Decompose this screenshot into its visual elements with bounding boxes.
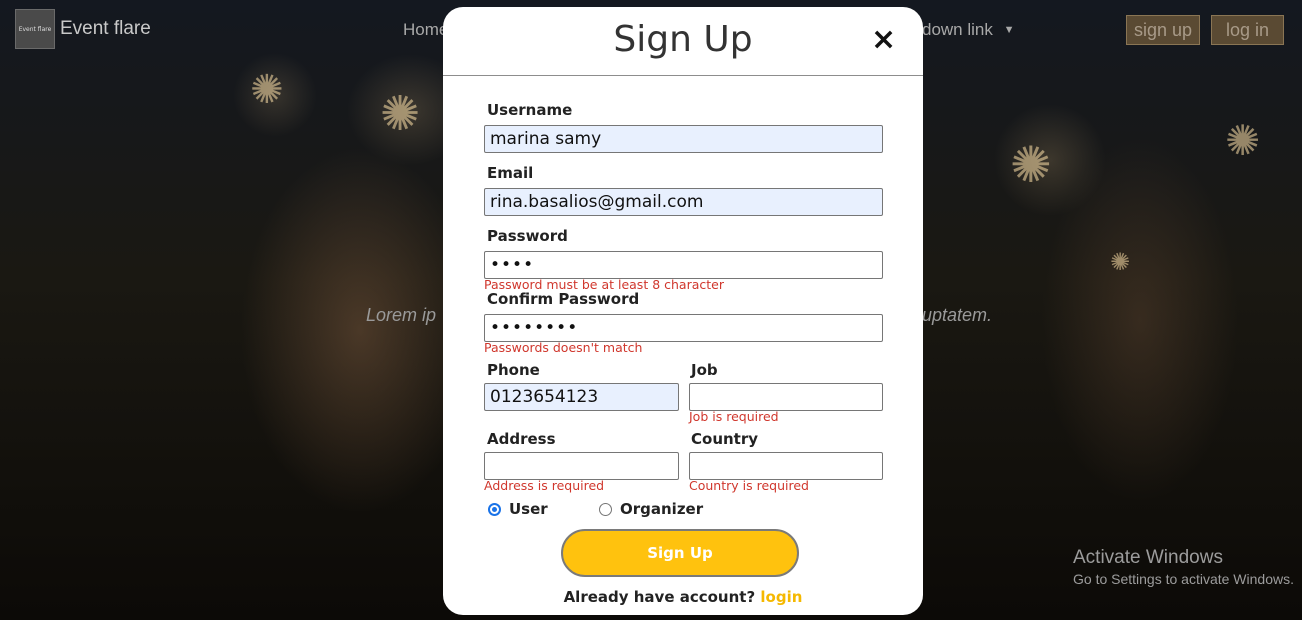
- login-prompt: Already have account? login: [443, 588, 923, 606]
- job-input[interactable]: [689, 383, 883, 411]
- username-label: Username: [487, 101, 573, 119]
- role-organizer-label[interactable]: Organizer: [620, 500, 703, 518]
- sparkler-decoration: ✺: [250, 67, 284, 113]
- country-input[interactable]: [689, 452, 883, 480]
- phone-label: Phone: [487, 361, 540, 379]
- address-error: Address is required: [484, 478, 605, 493]
- sparkler-decoration: ✺: [380, 86, 421, 142]
- nav-signup-button[interactable]: sign up: [1126, 15, 1201, 45]
- modal-header: Sign Up ×: [443, 7, 923, 76]
- password-input[interactable]: [484, 251, 883, 279]
- username-input[interactable]: [484, 125, 883, 153]
- brand-name[interactable]: Event flare: [60, 18, 151, 40]
- activate-windows-watermark: Activate Windows Go to Settings to activ…: [1073, 547, 1294, 587]
- country-error: Country is required: [689, 478, 809, 493]
- country-label: Country: [691, 430, 759, 448]
- email-input[interactable]: [484, 188, 883, 216]
- confirm-password-input[interactable]: [484, 314, 883, 342]
- brand-logo[interactable]: Event flare: [15, 9, 55, 49]
- hero-text-right: uptatem.: [922, 305, 993, 325]
- nav-link-home[interactable]: Home: [403, 20, 448, 40]
- activate-windows-subtitle: Go to Settings to activate Windows.: [1073, 571, 1294, 587]
- nav-login-button[interactable]: log in: [1211, 15, 1285, 45]
- address-input[interactable]: [484, 452, 679, 480]
- nav-dropdown-link[interactable]: down link ▼: [922, 20, 1015, 40]
- sparkler-decoration: ✺: [1010, 136, 1052, 194]
- signup-modal: Sign Up × Username Email Password Passwo…: [443, 7, 923, 615]
- activate-windows-title: Activate Windows: [1073, 547, 1223, 568]
- job-error: Job is required: [689, 409, 779, 424]
- close-icon[interactable]: ×: [871, 25, 896, 55]
- hero-text-left: Lorem ip: [366, 305, 437, 325]
- brand-logo-text: Event flare: [18, 25, 52, 33]
- signup-submit-button[interactable]: Sign Up: [561, 529, 799, 577]
- sparkler-decoration: ✺: [1110, 248, 1131, 276]
- job-label: Job: [691, 361, 718, 379]
- role-user-label[interactable]: User: [509, 500, 548, 518]
- password-label: Password: [487, 227, 568, 245]
- login-link[interactable]: login: [760, 588, 802, 606]
- sparkler-decoration: ✺: [1225, 116, 1261, 165]
- phone-input[interactable]: [484, 383, 679, 411]
- address-label: Address: [487, 430, 556, 448]
- confirm-password-error: Passwords doesn't match: [484, 340, 643, 355]
- caret-down-icon: ▼: [1003, 24, 1015, 36]
- login-prompt-text: Already have account?: [563, 588, 756, 606]
- confirm-password-label: Confirm Password: [487, 290, 640, 308]
- modal-title: Sign Up: [613, 19, 753, 60]
- email-label: Email: [487, 164, 534, 182]
- role-user-radio[interactable]: [488, 503, 501, 516]
- nav-dropdown-label: down link: [922, 20, 993, 39]
- role-organizer-radio[interactable]: [599, 503, 612, 516]
